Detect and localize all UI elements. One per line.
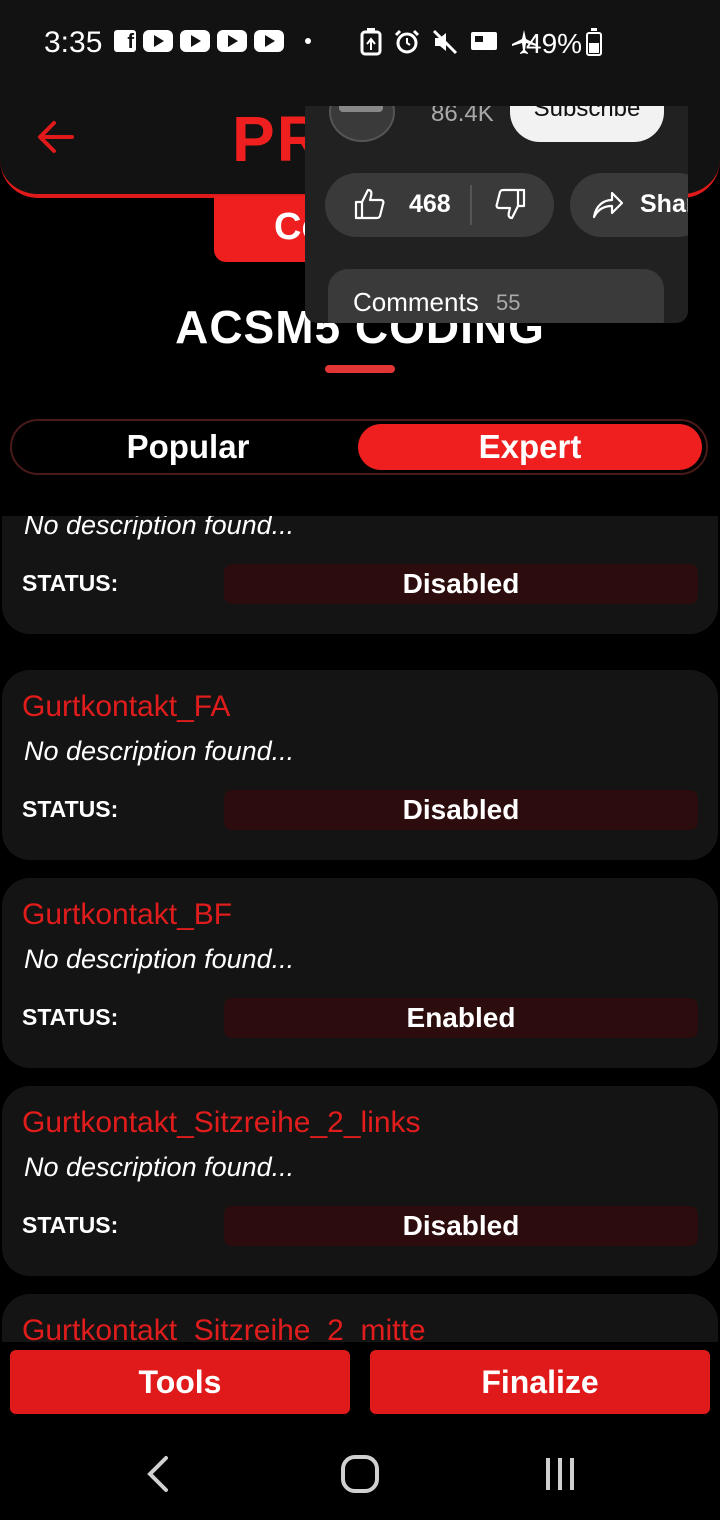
like-count: 468	[409, 190, 451, 218]
item-name: Gurtkontakt_Sitzreihe_2_mitte	[22, 1314, 426, 1342]
status-value-button[interactable]: Disabled	[224, 790, 698, 830]
tab-popular[interactable]: Popular	[12, 421, 364, 473]
tools-button[interactable]: Tools	[10, 1350, 350, 1414]
recents-nav-icon[interactable]	[542, 1454, 578, 1494]
like-divider	[470, 185, 472, 225]
thumbs-up-icon[interactable]	[353, 187, 387, 221]
status-label: STATUS:	[22, 796, 119, 822]
status-label: STATUS:	[22, 1004, 119, 1030]
mute-icon	[432, 29, 458, 55]
thumbs-down-icon[interactable]	[493, 187, 527, 221]
finalize-button[interactable]: Finalize	[370, 1350, 710, 1414]
title-underline	[325, 365, 395, 373]
facebook-icon: f	[114, 30, 136, 53]
action-bar: Tools Finalize	[0, 1342, 720, 1426]
screenshot-icon	[471, 32, 497, 50]
status-value-button[interactable]: Disabled	[224, 564, 698, 604]
more-notifications-dot-icon	[305, 38, 311, 44]
status-value-button[interactable]: Enabled	[224, 998, 698, 1038]
list-item[interactable]: No description found... STATUS: Disabled	[2, 516, 718, 634]
youtube-icon	[180, 30, 210, 52]
youtube-icon	[217, 30, 247, 52]
status-bar: 3:35 f 49%	[0, 0, 720, 92]
back-button[interactable]	[36, 117, 76, 162]
item-description: No description found...	[24, 944, 295, 974]
back-nav-icon[interactable]	[140, 1454, 176, 1494]
item-description: No description found...	[24, 516, 295, 540]
like-dislike-pill: 468	[325, 173, 554, 237]
status-label: STATUS:	[22, 570, 119, 596]
coding-list[interactable]: No description found... STATUS: Disabled…	[0, 516, 720, 1342]
item-name: Gurtkontakt_FA	[22, 690, 231, 723]
status-value-button[interactable]: Disabled	[224, 1206, 698, 1246]
system-nav-bar	[0, 1426, 720, 1520]
alarm-icon	[394, 29, 420, 54]
share-label: Shar	[640, 190, 688, 218]
share-icon	[592, 191, 624, 219]
home-nav-icon[interactable]	[340, 1454, 380, 1494]
item-name: Gurtkontakt_Sitzreihe_2_links	[22, 1106, 421, 1139]
list-item[interactable]: Gurtkontakt_Sitzreihe_2_mitte	[2, 1294, 718, 1342]
status-label: STATUS:	[22, 1212, 119, 1238]
list-item[interactable]: Gurtkontakt_BF No description found... S…	[2, 878, 718, 1068]
subscriber-count: 86.4K	[431, 106, 494, 127]
arrow-left-icon	[38, 121, 74, 153]
comments-button[interactable]: Comments 55	[328, 269, 664, 323]
notification-icons: f	[114, 30, 311, 53]
channel-avatar[interactable]	[329, 106, 395, 142]
subscribe-button[interactable]: Subscribe	[510, 106, 664, 142]
youtube-icon	[254, 30, 284, 52]
comments-count: 55	[496, 290, 521, 315]
comments-label: Comments	[353, 287, 479, 317]
status-time: 3:35	[44, 26, 103, 59]
item-name: Gurtkontakt_BF	[22, 898, 233, 931]
tab-expert[interactable]: Expert	[358, 424, 702, 470]
item-description: No description found...	[24, 736, 295, 766]
share-button[interactable]: Shar	[570, 173, 688, 237]
youtube-icon	[143, 30, 173, 52]
battery-percent: 49%	[526, 28, 583, 59]
battery-icon	[586, 28, 602, 56]
item-description: No description found...	[24, 1152, 295, 1182]
youtube-overlay[interactable]: 86.4K Subscribe 468 Shar Comments 55	[305, 106, 688, 323]
list-item[interactable]: Gurtkontakt_Sitzreihe_2_links No descrip…	[2, 1086, 718, 1276]
list-item[interactable]: Gurtkontakt_FA No description found... S…	[2, 670, 718, 860]
battery-saver-icon	[360, 28, 382, 56]
mode-toggle: Popular Expert	[10, 419, 708, 475]
